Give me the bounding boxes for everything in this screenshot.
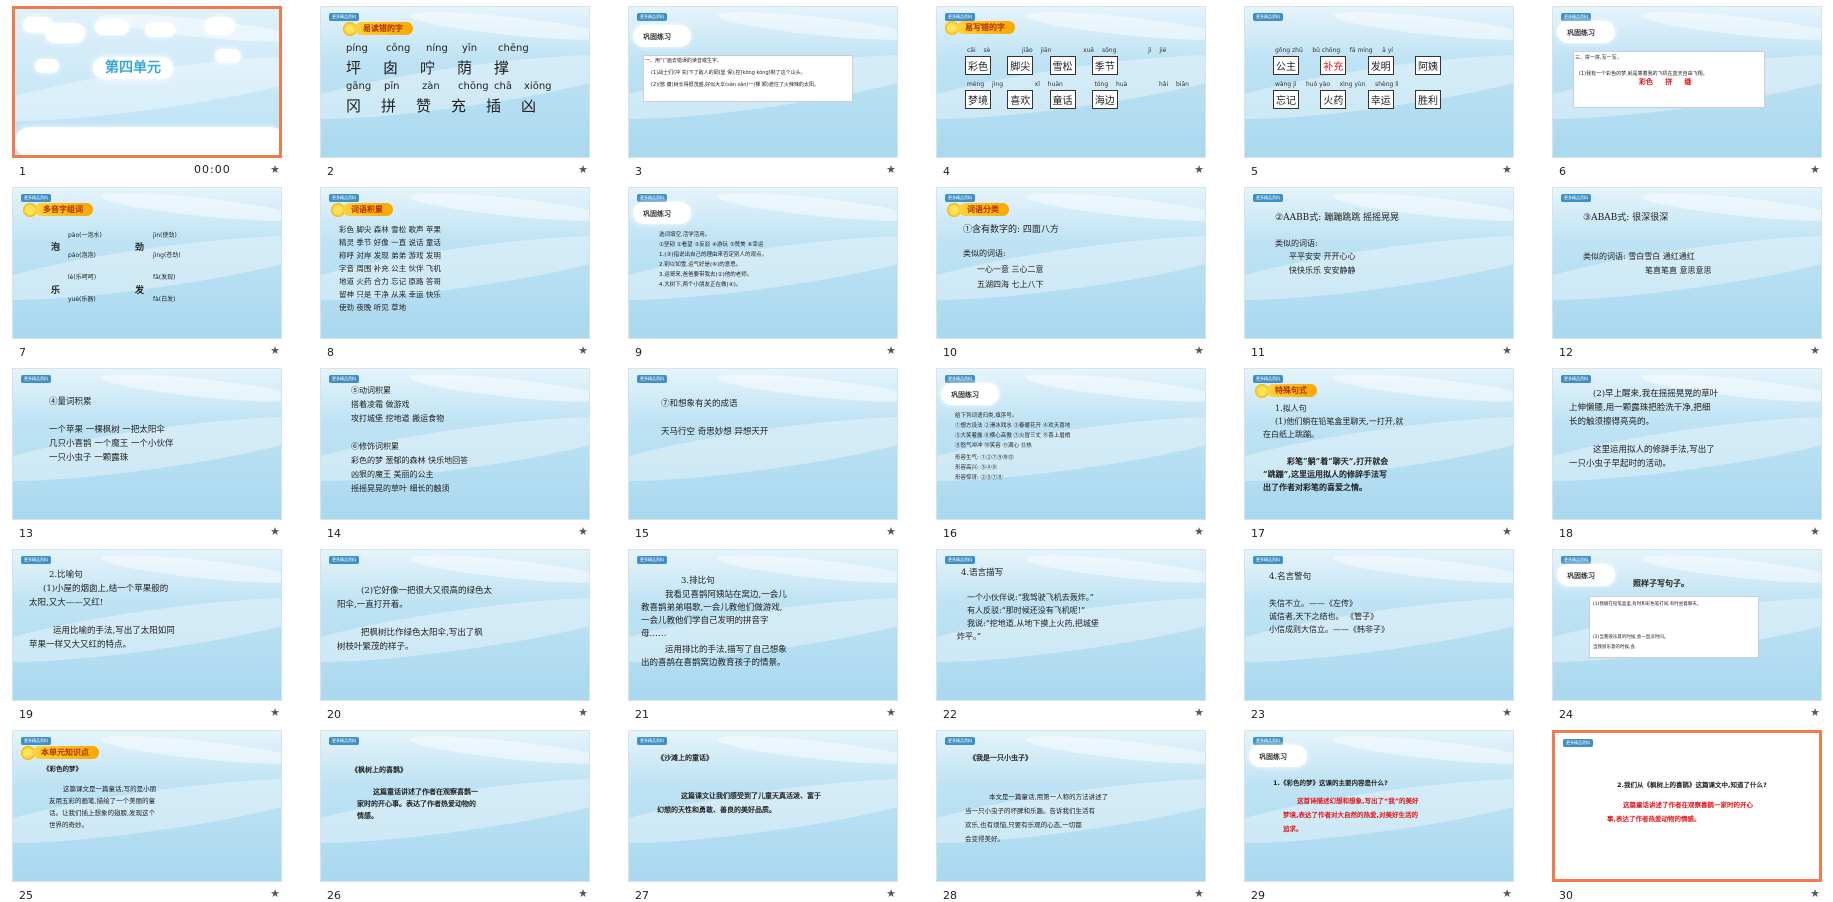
slide-thumbnail-15[interactable]: 更多精品资料 ⑦和想象有关的成语 天马行空 奇思妙想 异想天开 15 ★ <box>628 368 898 540</box>
star-icon[interactable]: ★ <box>886 525 896 538</box>
star-icon[interactable]: ★ <box>578 525 588 538</box>
star-icon[interactable]: ★ <box>270 887 280 900</box>
star-icon[interactable]: ★ <box>270 525 280 538</box>
star-icon[interactable]: ★ <box>886 163 896 176</box>
slide-thumbnail-3[interactable]: 更多精品资料 巩固练习 一、用“\”画去错误的读音或生字。 (1)战士们(冲 充… <box>628 6 898 178</box>
slide-thumbnail-1[interactable]: 第四单元 1 00:00 ★ <box>12 6 282 178</box>
slide-thumbnail-13[interactable]: 更多精品资料 ④量词积累 一个苹果 一棵枫树 一把太阳伞 几只小喜鹊 一个魔王 … <box>12 368 282 540</box>
star-icon[interactable]: ★ <box>578 163 588 176</box>
star-icon[interactable]: ★ <box>886 344 896 357</box>
slide-thumbnail-12[interactable]: 更多精品资料 ③ABAB式: 很深很深 类似的词语: 雪白雪白 通红通红 笔直笔… <box>1552 187 1822 359</box>
star-icon[interactable]: ★ <box>1810 163 1820 176</box>
slide-thumbnail-19[interactable]: 更多精品资料 2.比喻句 (1)小屋的烟囱上,结一个苹果般的 太阳,又大——又红… <box>12 549 282 721</box>
star-icon[interactable]: ★ <box>1194 887 1204 900</box>
slide-thumbnail-27[interactable]: 更多精品资料 《沙滩上的童话》 这篇课文让我们感受到了儿童天真活泼、富于 幻想的… <box>628 730 898 902</box>
star-icon[interactable]: ★ <box>578 344 588 357</box>
slide-thumbnail-11[interactable]: 更多精品资料 ②AABB式: 蹦蹦跳跳 摇摇晃晃 类似的词语: 平平安安 开开心… <box>1244 187 1514 359</box>
star-icon[interactable]: ★ <box>270 163 280 176</box>
star-icon[interactable]: ★ <box>1194 344 1204 357</box>
pinyin-row-2: gāng pīn zàn chōng chā xiōng <box>346 81 552 92</box>
slide-thumbnail-28[interactable]: 更多精品资料 《我是一只小虫子》 本文是一篇童话,用第一人称的方法讲述了 当一只… <box>936 730 1206 902</box>
star-icon[interactable]: ★ <box>1194 525 1204 538</box>
star-icon[interactable]: ★ <box>1502 163 1512 176</box>
slide-thumbnail-30[interactable]: 更多精品资料 2.我们从《枫树上的喜鹊》这篇课文中,知道了什么? 这篇童话讲述了… <box>1552 730 1822 902</box>
star-icon[interactable]: ★ <box>1810 887 1820 900</box>
slide-thumbnail-4[interactable]: 更多精品资料 易写错的字 cǎi sè jiǎo jiān xuě sōng j… <box>936 6 1206 178</box>
slide-thumbnail-22[interactable]: 更多精品资料 4.语言描写 一个小伙伴说:“我驾驶飞机去轰炸。” 有人反驳:“那… <box>936 549 1206 721</box>
star-icon[interactable]: ★ <box>1502 525 1512 538</box>
slide-thumbnail-10[interactable]: 更多精品资料 词语分类 ①含有数字的: 四面八方 类似的词语: 一心一意 三心二… <box>936 187 1206 359</box>
pinyin-row-1: píng cōng níng yīn chēng <box>346 43 529 54</box>
star-icon[interactable]: ★ <box>1194 706 1204 719</box>
star-icon[interactable]: ★ <box>270 344 280 357</box>
star-icon[interactable]: ★ <box>578 706 588 719</box>
slide-thumbnail-21[interactable]: 更多精品资料 3.排比句 我看见喜鹊阿姨站在窝边,一会儿 教喜鹊弟弟唱歌,一会儿… <box>628 549 898 721</box>
slide-thumbnail-24[interactable]: 更多精品资料 巩固练习 照样子写句子。 (1)我躺在铅笔盒里,有时和彩色笔打闹,… <box>1552 549 1822 721</box>
star-icon[interactable]: ★ <box>1810 525 1820 538</box>
slide-banner: 易读错的字 <box>355 22 413 35</box>
slide-thumbnail-6[interactable]: 更多精品资料 巩固练习 三、拼一拼,写一写。 (1)我有一个彩色的梦,就是乘着我… <box>1552 6 1822 178</box>
slide-title: 第四单元 <box>93 57 173 79</box>
star-icon[interactable]: ★ <box>1810 344 1820 357</box>
slide-thumbnail-9[interactable]: 更多精品资料 巩固练习 选词填空,活学活用。 ①坚韧 ②看望 ③反驳 ④游玩 ⑤… <box>628 187 898 359</box>
cloud-label: 巩固练习 <box>643 33 671 41</box>
star-icon[interactable]: ★ <box>578 887 588 900</box>
star-icon[interactable]: ★ <box>270 706 280 719</box>
slide-thumbnail-20[interactable]: 更多精品资料 (2)它好像一把很大又很高的绿色太 阳伞,一直打开着。 把枫树比作… <box>320 549 590 721</box>
slide-thumbnail-17[interactable]: 更多精品资料 特殊句式 1.拟人句 (1)他们躺在铅笔盒里聊天,一打开,就 在白… <box>1244 368 1514 540</box>
slide-timing: 00:00 <box>194 163 231 176</box>
slide-thumbnail-7[interactable]: 更多精品资料 多音字组词 泡 pào(一泡水) páo(泡泡) 乐 lè(乐呵呵… <box>12 187 282 359</box>
slide-thumbnail-5[interactable]: 更多精品资料 gōng zhǔ bǔ chōng fā míng ā yí 公主… <box>1244 6 1514 178</box>
slide-thumbnail-14[interactable]: 更多精品资料 ⑤动词积累 搭着凌霜 做游戏 攻打城堡 挖地道 搬运食物 ⑥修饰词… <box>320 368 590 540</box>
slide-thumbnail-18[interactable]: 更多精品资料 (2)早上醒来,我在摇摇晃晃的草叶 上伸懒腰,用一颗露珠把脸洗干净… <box>1552 368 1822 540</box>
hanzi-row-2: 冈拼赞充插凶 <box>346 97 557 115</box>
slide-number: 1 <box>19 165 26 178</box>
star-icon[interactable]: ★ <box>1194 163 1204 176</box>
star-icon[interactable]: ★ <box>886 706 896 719</box>
hanzi-row-1: 坪囱咛荫撑 <box>346 59 532 77</box>
slide-sorter-grid: 第四单元 1 00:00 ★ 更多精品资料 易读错的字 píng cōng níng… <box>12 6 1822 902</box>
star-icon[interactable]: ★ <box>1502 887 1512 900</box>
slide-thumbnail-23[interactable]: 更多精品资料 4.名言警句 失信不立。——《左传》 诚信者,天下之结也。 《管子… <box>1244 549 1514 721</box>
slide-thumbnail-25[interactable]: 更多精品资料 本单元知识点 《彩色的梦》 这篇课文是一篇童话,写的是小朋 友用五… <box>12 730 282 902</box>
slide-thumbnail-16[interactable]: 更多精品资料 巩固练习 给下列词语归类,填序号。 ①想方设法 ②滑冰戏水 ③春暖… <box>936 368 1206 540</box>
slide-thumbnail-29[interactable]: 更多精品资料 巩固练习 1.《彩色的梦》这课的主要内容是什么? 这首诗描述幻想和… <box>1244 730 1514 902</box>
slide-thumbnail-8[interactable]: 更多精品资料 词语积累 彩色 脚尖 森林 雪松 歌声 苹果 精灵 季节 好像 一… <box>320 187 590 359</box>
star-icon[interactable]: ★ <box>1502 706 1512 719</box>
slide-thumbnail-26[interactable]: 更多精品资料 《枫树上的喜鹊》 这篇童话讲述了作者在观察喜鹊一 家时的开心事。表… <box>320 730 590 902</box>
star-icon[interactable]: ★ <box>1502 344 1512 357</box>
star-icon[interactable]: ★ <box>886 887 896 900</box>
slide-thumbnail-2[interactable]: 更多精品资料 易读错的字 píng cōng níng yīn chēng 坪囱咛荫撑 … <box>320 6 590 178</box>
star-icon[interactable]: ★ <box>1810 706 1820 719</box>
